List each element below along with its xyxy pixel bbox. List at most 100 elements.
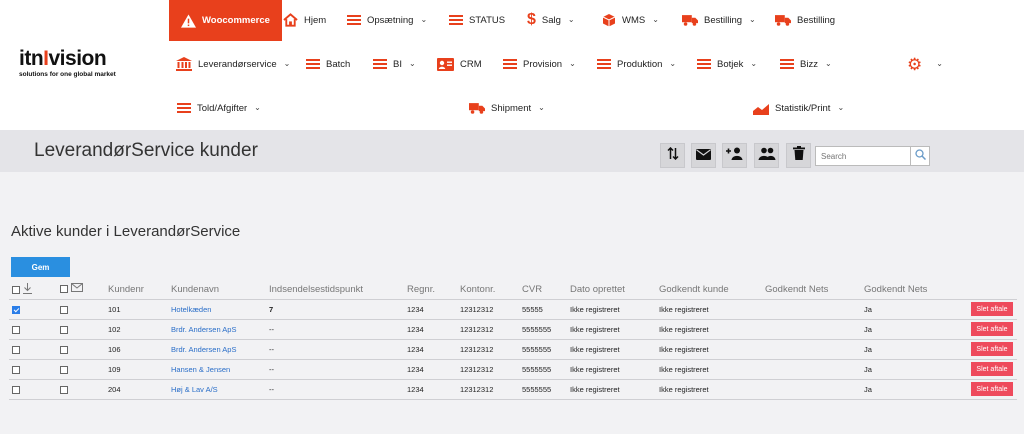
nav-wms-label: WMS (622, 14, 646, 26)
nav-told[interactable]: Told/Afgifter ⌄ (177, 98, 261, 118)
delete-agreement-button[interactable]: Slet aftale (971, 302, 1013, 316)
nav-leverandorservice[interactable]: Leverandørservice ⌄ (176, 54, 290, 74)
logo-text-left: itn (19, 47, 44, 70)
nav-produktion[interactable]: Produktion ⌄ (597, 54, 676, 74)
nav-wms[interactable]: WMS ⌄ (602, 10, 659, 30)
search-button[interactable] (911, 146, 930, 166)
row-mail-checkbox[interactable] (60, 305, 68, 314)
customer-name-link[interactable]: Brdr. Andersen ApS (171, 345, 236, 354)
row-select-checkbox[interactable] (12, 305, 20, 314)
logo[interactable]: itnIvision solutions for one global mark… (19, 47, 134, 78)
delete-agreement-button[interactable]: Slet aftale (971, 382, 1013, 396)
customer-name-link[interactable]: Høj & Lav A/S (171, 385, 218, 394)
nav-woocommerce[interactable]: Woocommerce (169, 0, 282, 41)
row-select-checkbox[interactable] (12, 385, 20, 394)
cell-regnr: 1234 (404, 339, 457, 360)
nav-opsaetning-label: Opsætning (367, 14, 414, 26)
column-header[interactable]: Godkendt Nets (762, 281, 861, 300)
cell-kontonr: 12312312 (457, 319, 519, 340)
logo-tagline: solutions for one global market (19, 71, 116, 78)
column-header[interactable]: Indsendelsestidspunkt (266, 281, 404, 300)
row-select-checkbox[interactable] (12, 325, 20, 334)
column-header[interactable]: Godkendt Nets (861, 281, 968, 300)
cell-kontonr: 12312312 (457, 379, 519, 400)
nav-bestilling-2[interactable]: Bestilling (775, 10, 835, 30)
menu-icon (373, 59, 387, 69)
nav-batch[interactable]: Batch (306, 54, 350, 74)
cell-dato-oprettet: Ikke registreret (567, 319, 656, 340)
nav-opsaetning[interactable]: Opsætning ⌄ (347, 10, 427, 30)
cell-godkendt-nets-2: Ja (861, 319, 968, 340)
users-button[interactable] (754, 143, 779, 168)
nav-batch-label: Batch (326, 58, 351, 70)
customer-name-link[interactable]: Hotelkæden (171, 305, 211, 314)
cell-godkendt-nets (762, 299, 861, 320)
nav-crm[interactable]: CRM (437, 54, 482, 74)
menu-icon (306, 59, 320, 69)
select-all-checkbox[interactable] (12, 285, 20, 294)
cell-cvr: 5555555 (519, 379, 567, 400)
column-header[interactable]: Dato oprettet (567, 281, 656, 300)
nav-bizz-label: Bizz (800, 58, 818, 70)
nav-status[interactable]: STATUS (449, 10, 505, 30)
column-header[interactable]: Godkendt kunde (656, 281, 762, 300)
save-button[interactable]: Gem (11, 257, 70, 277)
nav-provision[interactable]: Provision ⌄ (503, 54, 576, 74)
row-mail-checkbox[interactable] (60, 385, 68, 394)
cell-indsendelsestidspunkt: -- (266, 359, 404, 380)
cell-regnr: 1234 (404, 299, 457, 320)
sort-button[interactable] (660, 143, 685, 168)
delete-agreement-button[interactable]: Slet aftale (971, 322, 1013, 336)
column-header[interactable]: Kundenr (105, 281, 168, 300)
nav-bi[interactable]: BI ⌄ (373, 54, 416, 74)
nav-botjek[interactable]: Botjek ⌄ (697, 54, 757, 74)
nav-bestilling-1[interactable]: Bestilling ⌄ (682, 10, 756, 30)
nav-statistik-label: Statistik/Print (775, 102, 831, 114)
nav-hjem[interactable]: Hjem (283, 10, 326, 30)
cube-icon (602, 13, 616, 27)
delete-agreement-button[interactable]: Slet aftale (971, 362, 1013, 376)
chevron-down-icon: ⌄ (669, 58, 677, 68)
delete-button[interactable] (786, 143, 811, 168)
cell-dato-oprettet: Ikke registreret (567, 339, 656, 360)
email-button[interactable] (691, 143, 716, 168)
column-header[interactable]: Kundenavn (168, 281, 266, 300)
top-navigation: itnIvision solutions for one global mark… (0, 0, 1024, 130)
nav-hjem-label: Hjem (304, 14, 327, 26)
search-input[interactable] (815, 146, 911, 166)
nav-bizz[interactable]: Bizz ⌄ (780, 54, 832, 74)
section-title: Aktive kunder i LeverandørService (11, 223, 241, 240)
cell-kundenr: 106 (105, 339, 168, 360)
customer-name-link[interactable]: Brdr. Andersen ApS (171, 325, 236, 334)
table-row: 109 Hansen & Jensen -- 1234 12312312 555… (9, 359, 1017, 380)
cell-godkendt-nets-2: Ja (861, 359, 968, 380)
customers-table: Kundenr Kundenavn Indsendelsestidspunkt … (9, 281, 1017, 400)
cell-godkendt-nets-2: Ja (861, 379, 968, 400)
column-header[interactable]: Regnr. (404, 281, 457, 300)
chevron-down-icon: ⌄ (538, 102, 545, 112)
nav-status-label: STATUS (469, 14, 506, 26)
column-header[interactable]: CVR (519, 281, 567, 300)
row-mail-checkbox[interactable] (60, 365, 68, 374)
row-select-checkbox[interactable] (12, 345, 20, 354)
nav-statistik[interactable]: Statistik/Print ⌄ (753, 98, 844, 118)
row-mail-checkbox[interactable] (60, 345, 68, 354)
cell-cvr: 5555555 (519, 339, 567, 360)
nav-bestilling-2-label: Bestilling (797, 14, 836, 26)
select-all-mail-checkbox[interactable] (60, 285, 68, 294)
envelope-outline-icon (71, 283, 83, 295)
cell-godkendt-nets (762, 359, 861, 380)
chevron-down-icon: ⌄ (283, 58, 291, 68)
row-select-checkbox[interactable] (12, 365, 20, 374)
nav-settings[interactable]: ⚙ ⌄ (907, 54, 943, 74)
row-mail-checkbox[interactable] (60, 325, 68, 334)
cell-cvr: 5555555 (519, 319, 567, 340)
column-header[interactable]: Kontonr. (457, 281, 519, 300)
nav-salg[interactable]: $ Salg ⌄ (527, 10, 575, 30)
add-user-button[interactable] (722, 143, 747, 168)
customer-name-link[interactable]: Hansen & Jensen (171, 365, 230, 374)
nav-shipment[interactable]: Shipment ⌄ (469, 98, 545, 118)
gear-icon: ⚙ (907, 54, 923, 74)
page-title: LeverandørService kunder (34, 140, 258, 161)
delete-agreement-button[interactable]: Slet aftale (971, 342, 1013, 356)
